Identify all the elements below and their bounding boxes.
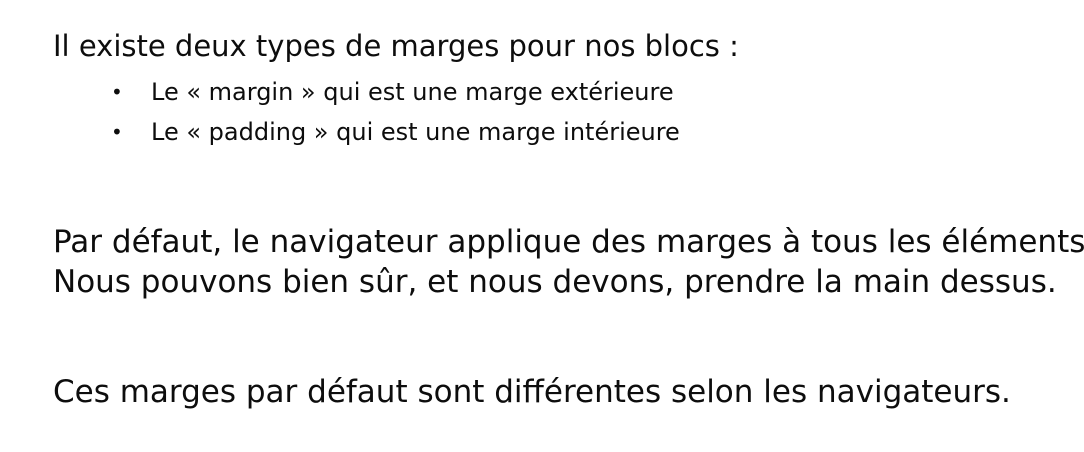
paragraph-default-margins: Par défaut, le navigateur applique des m…	[53, 222, 1084, 302]
bullet-text: Le « margin » qui est une marge extérieu…	[151, 78, 674, 106]
paragraph-line: Par défaut, le navigateur applique des m…	[53, 224, 1084, 260]
bullet-marker: •	[111, 120, 123, 144]
bullet-text: Le « padding » qui est une marge intérie…	[151, 118, 680, 146]
paragraph-browser-differences: Ces marges par défaut sont différentes s…	[53, 372, 1011, 412]
bullet-marker: •	[111, 80, 123, 104]
slide: Il existe deux types de marges pour nos …	[0, 0, 1084, 452]
list-item: • Le « padding » qui est une marge intér…	[111, 112, 680, 152]
intro-text: Il existe deux types de marges pour nos …	[53, 29, 739, 63]
paragraph-line: Ces marges par défaut sont différentes s…	[53, 374, 1011, 410]
list-item: • Le « margin » qui est une marge extéri…	[111, 72, 680, 112]
paragraph-line: Nous pouvons bien sûr, et nous devons, p…	[53, 264, 1057, 300]
bullet-list: • Le « margin » qui est une marge extéri…	[111, 72, 680, 152]
